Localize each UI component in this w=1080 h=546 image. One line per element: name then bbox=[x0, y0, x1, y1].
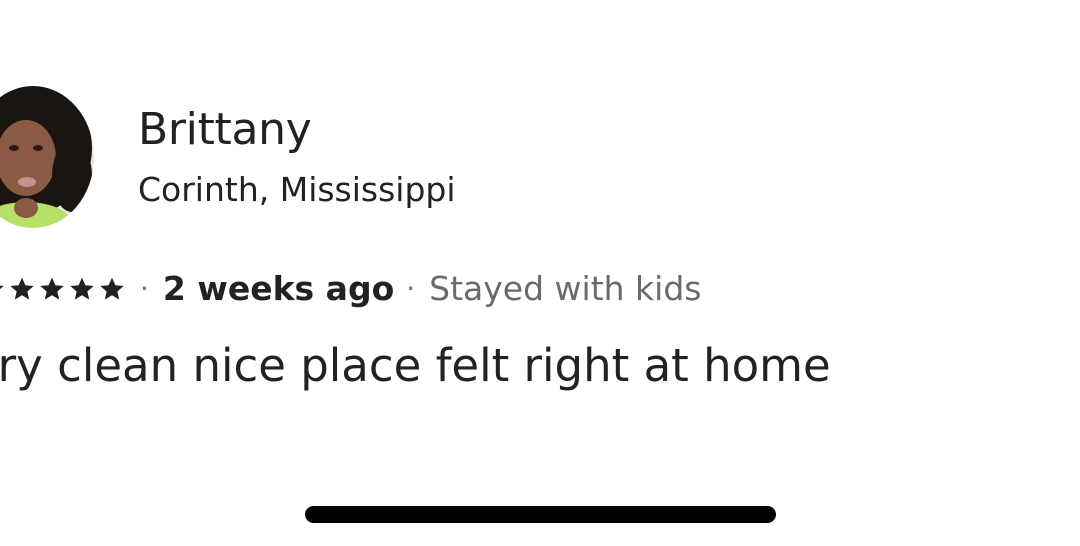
reviewer-name: Brittany bbox=[138, 104, 312, 155]
separator-dot: · bbox=[140, 272, 149, 305]
avatar[interactable] bbox=[0, 86, 94, 228]
home-indicator[interactable] bbox=[305, 506, 776, 523]
star-icon bbox=[10, 277, 34, 300]
star-icon bbox=[0, 285, 4, 290]
review-meta: · 2 weeks ago · Stayed with kids bbox=[0, 268, 701, 310]
avatar-photo bbox=[0, 86, 94, 228]
reviewer-location: Corinth, Mississippi bbox=[138, 170, 456, 209]
separator-dot: · bbox=[406, 272, 416, 305]
star-icon bbox=[40, 277, 64, 300]
star-rating bbox=[0, 275, 128, 303]
star-icon bbox=[100, 277, 124, 300]
star-icon bbox=[70, 277, 94, 300]
review-text: ery clean nice place felt right at home bbox=[0, 339, 831, 392]
review-date: 2 weeks ago bbox=[162, 269, 395, 308]
trip-type: Stayed with kids bbox=[429, 269, 702, 308]
